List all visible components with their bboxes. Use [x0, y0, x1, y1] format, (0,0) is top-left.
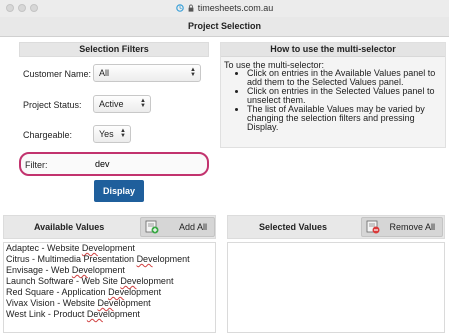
filter-input[interactable] — [93, 156, 205, 172]
url-text: timesheets.com.au — [197, 3, 274, 13]
help-bullet: The list of Available Values may be vari… — [247, 105, 443, 132]
page-title: Project Selection — [0, 17, 449, 37]
selected-values-list[interactable] — [227, 242, 445, 333]
selected-values-header: Selected Values Remove All — [227, 215, 445, 239]
filter-label: Filter: — [25, 160, 48, 170]
customer-label: Customer Name: — [23, 69, 92, 79]
filter-field-box: Filter: — [19, 152, 209, 176]
available-values-title: Available Values — [34, 222, 105, 232]
browser-titlebar: timesheets.com.au — [0, 0, 449, 18]
address-bar[interactable]: timesheets.com.au — [0, 3, 449, 13]
remove-all-button[interactable]: Remove All — [361, 217, 443, 237]
filters-title: Selection Filters — [19, 42, 209, 57]
help-title: How to use the multi-selector — [221, 43, 445, 57]
add-all-icon — [145, 220, 159, 234]
available-values-list[interactable]: Adaptec - Website Development Citrus - M… — [3, 242, 216, 333]
customer-value: All — [99, 68, 110, 78]
customer-select[interactable]: All ▲ ▼ — [93, 64, 201, 82]
help-list: Click on entries in the Available Values… — [235, 69, 443, 132]
status-value: Active — [99, 99, 124, 109]
list-item[interactable]: Vivax Vision - Website Development — [4, 298, 215, 309]
remove-all-icon — [366, 220, 380, 234]
list-item[interactable]: Launch Software - Web Site Development — [4, 276, 215, 287]
add-all-label: Add All — [178, 222, 207, 232]
chargeable-select[interactable]: Yes ▲ ▼ — [93, 125, 131, 143]
help-bullet: Click on entries in the Available Values… — [247, 69, 443, 87]
list-item[interactable]: Envisage - Web Development — [4, 265, 215, 276]
available-values-header: Available Values Add All — [3, 215, 216, 239]
list-item[interactable]: West Link - Product Development — [4, 309, 215, 320]
chargeable-label: Chargeable: — [23, 130, 73, 140]
help-panel: How to use the multi-selector To use the… — [220, 42, 446, 148]
help-bullet: Click on entries in the Selected Values … — [247, 87, 443, 105]
select-arrows-icon: ▲ ▼ — [140, 98, 146, 109]
select-arrows-icon: ▲ ▼ — [190, 67, 196, 78]
remove-all-label: Remove All — [389, 222, 435, 232]
display-button[interactable]: Display — [94, 180, 144, 202]
list-item[interactable]: Red Square - Application Development — [4, 287, 215, 298]
lock-icon — [188, 4, 194, 12]
add-all-button[interactable]: Add All — [140, 217, 215, 237]
chargeable-value: Yes — [99, 129, 114, 139]
status-label: Project Status: — [23, 100, 82, 110]
list-item[interactable]: Adaptec - Website Development — [4, 243, 215, 254]
list-item[interactable]: Citrus - Multimedia Presentation Develop… — [4, 254, 215, 265]
site-logo-icon — [175, 4, 184, 12]
selected-values-title: Selected Values — [259, 222, 328, 232]
select-arrows-icon: ▲ ▼ — [120, 128, 126, 139]
status-select[interactable]: Active ▲ ▼ — [93, 95, 151, 113]
